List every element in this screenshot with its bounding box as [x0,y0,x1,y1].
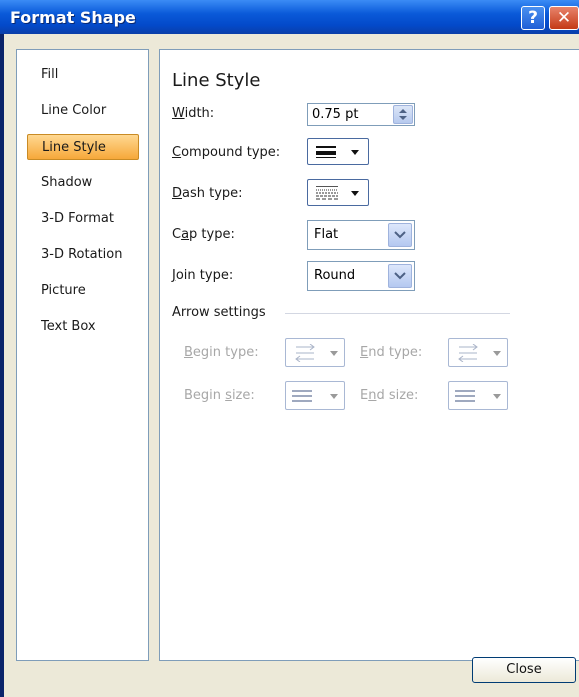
chevron-down-icon [330,394,338,399]
join-type-value: Round [314,268,356,283]
sidebar-item-line-color[interactable]: Line Color [27,98,139,124]
end-size-label: End size: [360,388,419,403]
sidebar-item-line-style[interactable]: Line Style [27,134,139,160]
sidebar-item-fill[interactable]: Fill [27,62,139,88]
dialog-title: Format Shape [10,8,136,27]
compound-type-label: Compound type: [172,145,281,160]
close-button[interactable]: Close [472,657,576,683]
begin-type-button[interactable] [285,338,345,367]
arrow-type-icon [458,344,478,362]
chevron-down-icon[interactable] [388,223,412,247]
join-type-label: Join type: [172,268,234,283]
width-spinner[interactable]: 0.75 pt [307,103,415,126]
chevron-down-icon [493,394,501,399]
category-list: Fill Line Color Line Style Shadow 3-D Fo… [16,49,149,661]
arrow-type-icon [295,344,315,362]
width-value: 0.75 pt [312,107,359,122]
sidebar-item-picture[interactable]: Picture [27,278,139,304]
format-shape-dialog: Format Shape ? ✕ Fill Line Color Line St… [0,0,579,697]
dash-type-button[interactable] [307,179,369,206]
end-size-button[interactable] [448,381,508,410]
begin-size-button[interactable] [285,381,345,410]
cap-type-select[interactable]: Flat [307,220,415,250]
dialog-body: Fill Line Color Line Style Shadow 3-D Fo… [4,34,579,697]
title-bar[interactable]: Format Shape ? ✕ [0,0,579,34]
sidebar-item-3d-format[interactable]: 3-D Format [27,206,139,232]
panel-heading: Line Style [172,70,261,91]
cap-type-value: Flat [314,227,339,242]
chevron-down-icon [330,351,338,356]
arrow-settings-label: Arrow settings [172,305,266,320]
dash-type-label: Dash type: [172,186,243,201]
sidebar-item-shadow[interactable]: Shadow [27,170,139,196]
chevron-down-icon[interactable] [388,264,412,288]
end-type-label: End type: [360,345,423,360]
compound-lines-icon [316,146,336,158]
cap-type-label: Cap type: [172,227,235,242]
dash-pattern-icon [316,186,338,200]
arrow-size-icon [292,390,312,402]
spin-arrows-icon[interactable] [393,105,413,124]
chevron-down-icon [351,150,359,155]
close-icon[interactable]: ✕ [549,6,579,30]
chevron-down-icon [351,191,359,196]
join-type-select[interactable]: Round [307,261,415,291]
begin-type-label: Begin type: [184,345,259,360]
group-divider [285,313,510,314]
line-style-panel: Line Style Width: 0.75 pt Compound type:… [159,49,579,661]
sidebar-item-3d-rotation[interactable]: 3-D Rotation [27,242,139,268]
chevron-down-icon [493,351,501,356]
end-type-button[interactable] [448,338,508,367]
width-label: Width: [172,106,215,121]
help-button[interactable]: ? [521,6,545,30]
begin-size-label: Begin size: [184,388,255,403]
arrow-size-icon [455,390,475,402]
sidebar-item-text-box[interactable]: Text Box [27,314,139,340]
compound-type-button[interactable] [307,138,369,165]
